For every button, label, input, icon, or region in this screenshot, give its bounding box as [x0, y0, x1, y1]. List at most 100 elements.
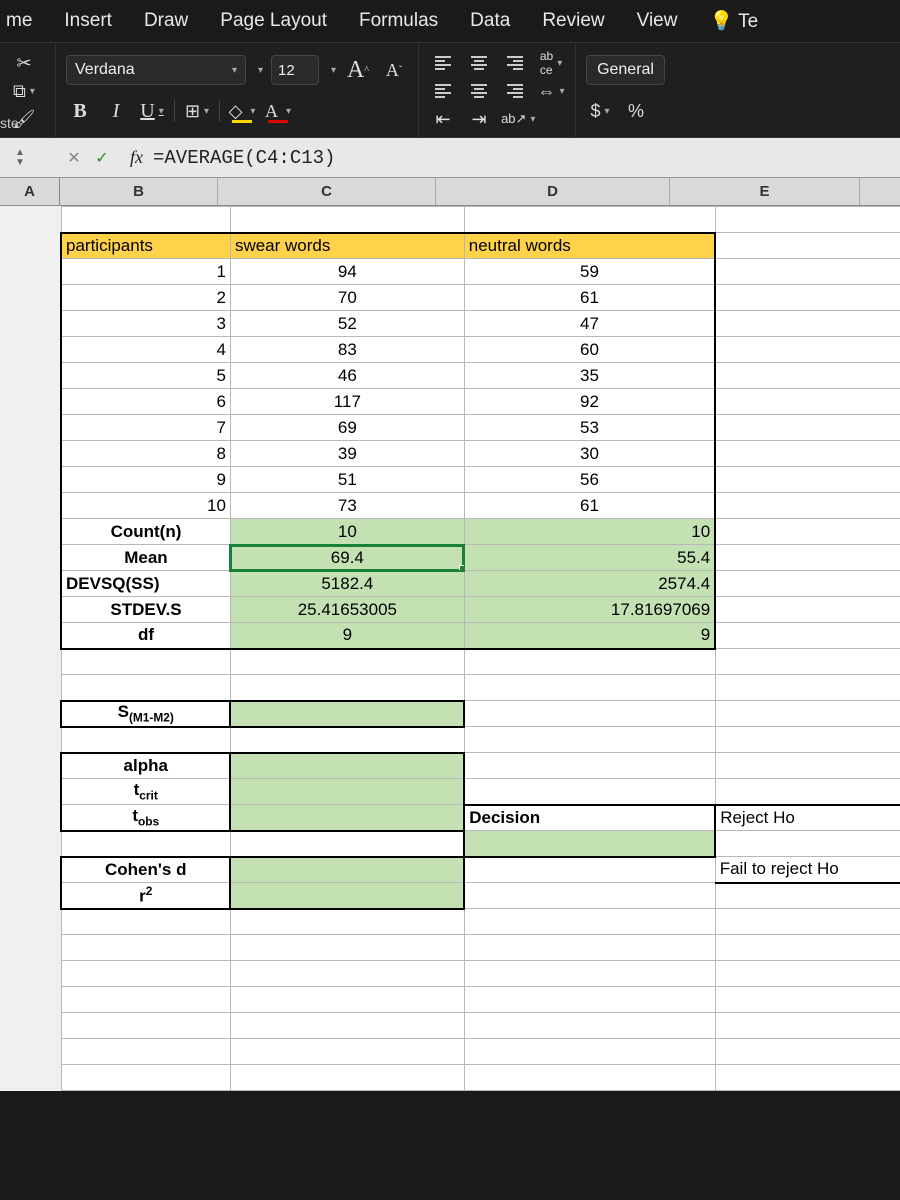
cell[interactable]: 52	[230, 311, 464, 337]
cell[interactable]: Decision	[464, 805, 715, 831]
cell[interactable]: alpha	[61, 753, 230, 779]
formula-input[interactable]: =AVERAGE(C4:C13)	[153, 147, 335, 169]
cell[interactable]: 25.41653005	[230, 597, 464, 623]
cell[interactable]: 61	[464, 493, 715, 519]
percent-icon[interactable]: %	[622, 97, 650, 125]
tab-home[interactable]: me	[0, 2, 38, 40]
cell[interactable]: tcrit	[61, 779, 230, 805]
cell[interactable]	[230, 857, 464, 883]
col-header-c[interactable]: C	[218, 178, 436, 205]
align-bottom-icon[interactable]	[501, 49, 529, 77]
cell[interactable]: 3	[61, 311, 230, 337]
namebox-spinner[interactable]: ▲▼	[0, 148, 40, 168]
cell[interactable]: 56	[464, 467, 715, 493]
font-color-icon[interactable]: A▾	[264, 97, 292, 125]
cell[interactable]: 61	[464, 285, 715, 311]
underline-button[interactable]: U▾	[138, 97, 166, 125]
increase-indent-icon[interactable]: ⇥	[465, 105, 493, 133]
number-format-select[interactable]: General	[586, 55, 665, 85]
cell[interactable]: 5	[61, 363, 230, 389]
tab-draw[interactable]: Draw	[138, 2, 194, 40]
cell[interactable]: 53	[464, 415, 715, 441]
cell[interactable]	[230, 805, 464, 831]
cell[interactable]	[230, 753, 464, 779]
increase-font-icon[interactable]: A^	[344, 56, 372, 84]
cell[interactable]	[230, 883, 464, 909]
borders-icon[interactable]: ⊞▾	[183, 97, 211, 125]
cell[interactable]: 2574.4	[464, 571, 715, 597]
italic-button[interactable]: I	[102, 97, 130, 125]
fill-color-icon[interactable]: ◇▾	[228, 97, 256, 125]
cell[interactable]: Cohen's d	[61, 857, 230, 883]
cell[interactable]	[230, 701, 464, 727]
wrap-text-icon[interactable]: abce▾	[537, 49, 565, 77]
align-center-icon[interactable]	[465, 77, 493, 105]
bold-button[interactable]: B	[66, 97, 94, 125]
cell[interactable]: 70	[230, 285, 464, 311]
cell[interactable]: 60	[464, 337, 715, 363]
cell[interactable]: 9	[61, 467, 230, 493]
cell[interactable]: S(M1-M2)	[61, 701, 230, 727]
cell[interactable]: Count(n)	[61, 519, 230, 545]
font-size-select[interactable]: 12	[271, 55, 319, 85]
cell[interactable]: 10	[464, 519, 715, 545]
currency-icon[interactable]: $▾	[586, 97, 614, 125]
cell[interactable]: r2	[61, 883, 230, 909]
cell[interactable]: DEVSQ(SS)	[61, 571, 230, 597]
cell[interactable]: 59	[464, 259, 715, 285]
cell[interactable]: 69	[230, 415, 464, 441]
spreadsheet-grid[interactable]: participants swear words neutral words 1…	[60, 206, 900, 1091]
col-header-e[interactable]: E	[670, 178, 860, 205]
cell[interactable]: 83	[230, 337, 464, 363]
cancel-icon[interactable]: ✕	[62, 146, 86, 170]
cell[interactable]: 92	[464, 389, 715, 415]
align-left-icon[interactable]	[429, 77, 457, 105]
cell[interactable]: df	[61, 623, 230, 649]
cell[interactable]: 39	[230, 441, 464, 467]
cell[interactable]: STDEV.S	[61, 597, 230, 623]
cell[interactable]: tobs	[61, 805, 230, 831]
cell[interactable]	[464, 831, 715, 857]
cell[interactable]: Mean	[61, 545, 230, 571]
selected-cell[interactable]: 69.4	[230, 545, 464, 571]
cell[interactable]: 1	[61, 259, 230, 285]
cell[interactable]: 4	[61, 337, 230, 363]
cell[interactable]: 2	[61, 285, 230, 311]
cell[interactable]: 5182.4	[230, 571, 464, 597]
cell[interactable]	[230, 779, 464, 805]
font-name-select[interactable]: Verdana▾	[66, 55, 246, 85]
cell[interactable]: 94	[230, 259, 464, 285]
cell[interactable]: 30	[464, 441, 715, 467]
tab-insert[interactable]: Insert	[58, 2, 118, 40]
cell[interactable]: 10	[61, 493, 230, 519]
cell[interactable]: 10	[230, 519, 464, 545]
tab-formulas[interactable]: Formulas	[353, 2, 444, 40]
cell[interactable]: Fail to reject Ho	[715, 857, 900, 883]
cut-icon[interactable]: ✂	[10, 49, 38, 77]
copy-icon[interactable]: ⧉▾	[10, 77, 38, 105]
cell[interactable]: participants	[61, 233, 230, 259]
cell[interactable]: 73	[230, 493, 464, 519]
tab-page-layout[interactable]: Page Layout	[214, 2, 333, 40]
col-header-a[interactable]: A	[0, 178, 60, 205]
merge-icon[interactable]: ⇔▾	[537, 77, 565, 105]
tab-view[interactable]: View	[631, 2, 684, 40]
cell[interactable]: 17.81697069	[464, 597, 715, 623]
col-header-b[interactable]: B	[60, 178, 218, 205]
align-top-icon[interactable]	[429, 49, 457, 77]
cell[interactable]: 55.4	[464, 545, 715, 571]
cell[interactable]: 46	[230, 363, 464, 389]
cell[interactable]: Reject Ho	[715, 805, 900, 831]
decrease-indent-icon[interactable]: ⇤	[429, 105, 457, 133]
align-middle-icon[interactable]	[465, 49, 493, 77]
cell[interactable]: 8	[61, 441, 230, 467]
tab-data[interactable]: Data	[464, 2, 516, 40]
cell[interactable]: 9	[464, 623, 715, 649]
confirm-icon[interactable]: ✓	[90, 146, 114, 170]
cell[interactable]: swear words	[230, 233, 464, 259]
cell[interactable]: 47	[464, 311, 715, 337]
col-header-d[interactable]: D	[436, 178, 670, 205]
orientation-icon[interactable]: ab↗▾	[501, 105, 535, 133]
align-right-icon[interactable]	[501, 77, 529, 105]
cell[interactable]: 9	[230, 623, 464, 649]
